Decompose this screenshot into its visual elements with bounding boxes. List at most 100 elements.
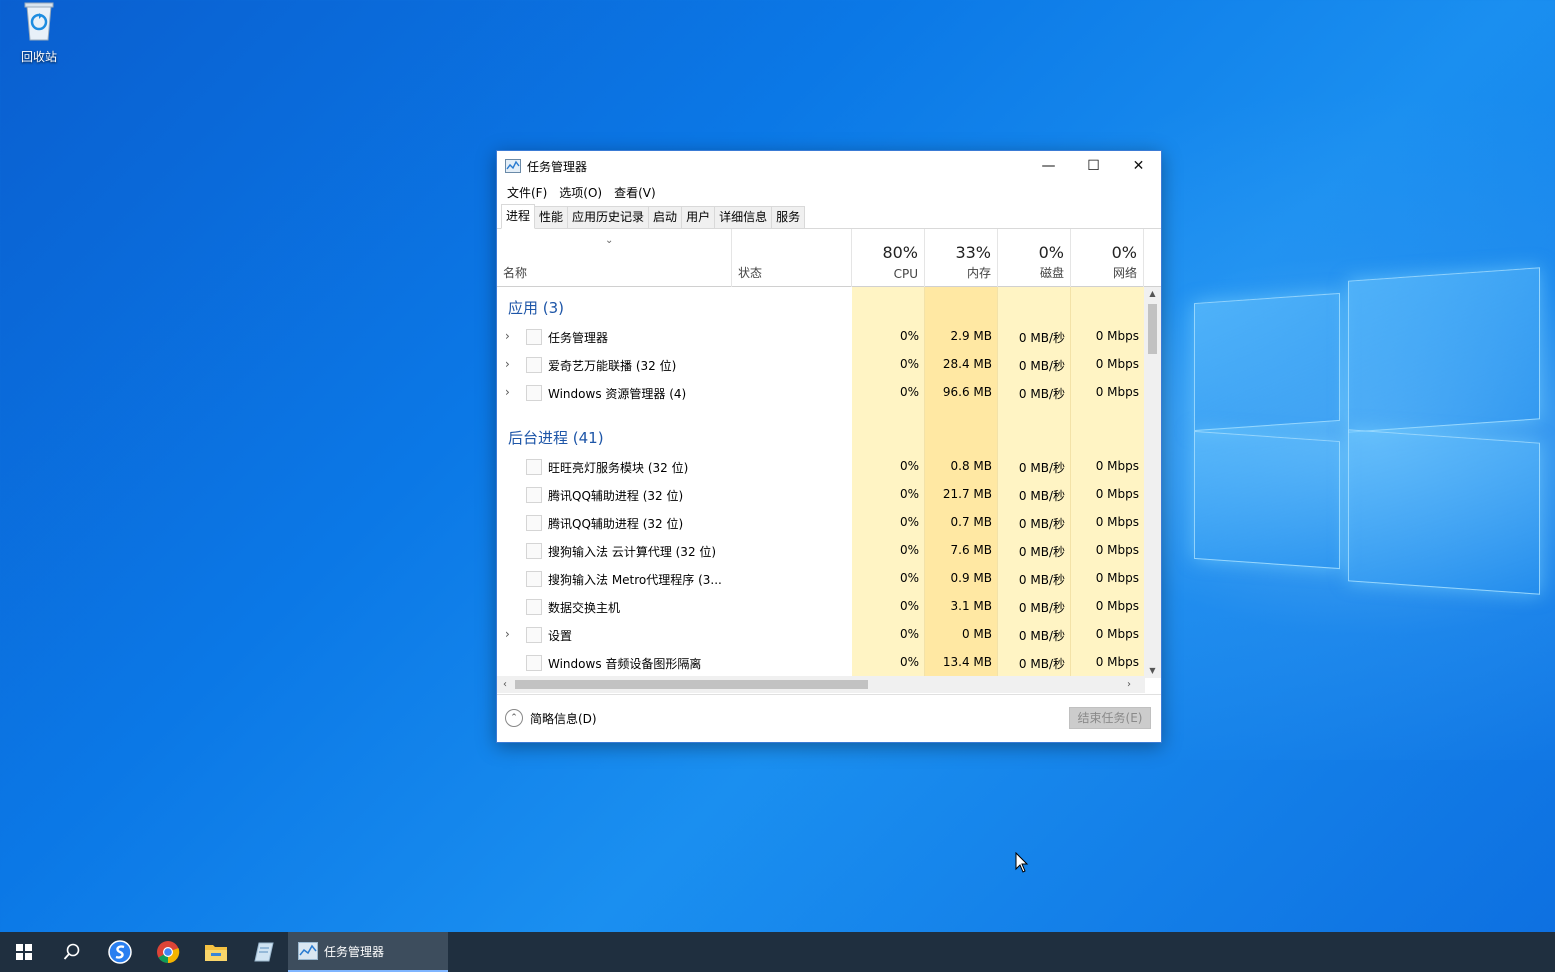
process-disk-value: 0 MB/秒 [1018, 359, 1065, 373]
start-button[interactable] [0, 932, 48, 972]
horizontal-scroll-thumb[interactable] [515, 680, 868, 689]
process-cpu-value: 0% [899, 599, 919, 613]
column-name[interactable]: ⌄ 名称 [497, 229, 732, 287]
taskbar-chrome[interactable] [144, 932, 192, 972]
tab-app-history[interactable]: 应用历史记录 [567, 206, 650, 228]
tab-strip: 进程 性能 应用历史记录 启动 用户 详细信息 服务 [497, 203, 1161, 229]
process-name: Windows 资源管理器 (4) [548, 387, 687, 401]
vertical-scrollbar[interactable]: ▲ ▼ [1144, 287, 1161, 678]
column-status[interactable]: 状态 [732, 229, 852, 287]
menu-view[interactable]: 查看(V) [608, 184, 662, 201]
process-cpu-value: 0% [899, 515, 919, 529]
taskbar-task-manager-label: 任务管理器 [324, 944, 385, 959]
column-memory[interactable]: 33% 内存 [925, 229, 998, 287]
expand-chevron-icon[interactable]: › [505, 385, 510, 399]
menu-options[interactable]: 选项(O) [553, 184, 608, 201]
fewer-details-button[interactable]: ⌃ 简略信息(D) [505, 709, 597, 727]
scroll-left-icon[interactable]: ‹ [497, 676, 513, 693]
search-icon [63, 943, 80, 960]
close-icon: ✕ [1132, 158, 1145, 174]
process-mem-value: 0.7 MB [950, 515, 992, 529]
expand-chevron-icon[interactable]: › [505, 627, 510, 641]
column-network[interactable]: 0% 网络 [1071, 229, 1144, 287]
process-row[interactable]: 腾讯QQ辅助进程 (32 位) 0% 21.7 MB 0 MB/秒 0 Mbps [497, 481, 1145, 509]
process-icon [526, 543, 542, 559]
process-icon [526, 515, 542, 531]
column-cpu[interactable]: 80% CPU [852, 229, 925, 287]
horizontal-scrollbar[interactable]: ‹ › [497, 676, 1145, 693]
tab-performance[interactable]: 性能 [534, 206, 569, 228]
process-icon [526, 459, 542, 475]
process-icon [526, 655, 542, 671]
process-net-value: 0 Mbps [1095, 487, 1139, 501]
taskbar-sogou-browser[interactable] [96, 932, 144, 972]
process-cpu-value: 0% [899, 329, 919, 343]
recycle-bin-shortcut[interactable]: 回收站 [12, 0, 66, 65]
process-name: 搜狗输入法 云计算代理 (32 位) [548, 545, 717, 559]
process-net-value: 0 Mbps [1095, 655, 1139, 669]
taskbar: 任务管理器 [0, 932, 1555, 972]
process-name: 旺旺亮灯服务模块 (32 位) [548, 461, 689, 475]
tab-users[interactable]: 用户 [681, 206, 716, 228]
expand-chevron-icon[interactable]: › [505, 329, 510, 343]
process-name: 搜狗输入法 Metro代理程序 (3... [548, 573, 722, 587]
app-icon [254, 942, 274, 962]
process-cpu-value: 0% [899, 385, 919, 399]
process-mem-value: 0.8 MB [950, 459, 992, 473]
memory-total-percent: 33% [955, 243, 991, 262]
scroll-up-icon[interactable]: ▲ [1144, 287, 1161, 301]
column-status-label: 状态 [738, 266, 763, 280]
process-row[interactable]: › Windows 资源管理器 (4) 0% 96.6 MB 0 MB/秒 0 Mbps [497, 379, 1145, 407]
process-row[interactable]: › 设置 0% 0 MB 0 MB/秒 0 Mbps [497, 621, 1145, 649]
process-name: 设置 [548, 629, 573, 643]
process-mem-value: 3.1 MB [950, 599, 992, 613]
search-button[interactable] [48, 932, 96, 972]
process-row[interactable]: › 任务管理器 0% 2.9 MB 0 MB/秒 0 Mbps [497, 323, 1145, 351]
minimize-button[interactable]: — [1026, 151, 1071, 181]
process-row[interactable]: 旺旺亮灯服务模块 (32 位) 0% 0.8 MB 0 MB/秒 0 Mbps [497, 453, 1145, 481]
process-net-value: 0 Mbps [1095, 543, 1139, 557]
taskbar-task-manager[interactable]: 任务管理器 [288, 932, 448, 972]
process-row[interactable]: Windows 音频设备图形隔离 0% 13.4 MB 0 MB/秒 0 Mbps [497, 649, 1145, 677]
group-header[interactable]: 应用 (3) [508, 297, 564, 318]
title-bar[interactable]: 任务管理器 — ☐ ✕ [497, 151, 1161, 181]
process-mem-value: 2.9 MB [950, 329, 992, 343]
process-icon [526, 487, 542, 503]
process-name: 腾讯QQ辅助进程 (32 位) [548, 517, 684, 531]
task-manager-taskbar-icon [298, 942, 318, 960]
end-task-button[interactable]: 结束任务(E) [1069, 707, 1151, 729]
process-mem-value: 13.4 MB [942, 655, 992, 669]
process-cpu-value: 0% [899, 627, 919, 641]
process-disk-value: 0 MB/秒 [1018, 573, 1065, 587]
close-button[interactable]: ✕ [1116, 151, 1161, 181]
taskbar-file-explorer[interactable] [192, 932, 240, 972]
column-memory-label: 内存 [966, 266, 991, 280]
process-row[interactable]: 搜狗输入法 Metro代理程序 (3... 0% 0.9 MB 0 MB/秒 0 Mbp… [497, 565, 1145, 593]
tab-details[interactable]: 详细信息 [714, 206, 773, 228]
windows-wallpaper-logo [1190, 267, 1550, 600]
tab-startup[interactable]: 启动 [648, 206, 683, 228]
scroll-right-icon[interactable]: › [1121, 676, 1137, 693]
tab-processes[interactable]: 进程 [501, 204, 536, 229]
tab-services[interactable]: 服务 [771, 206, 806, 228]
vertical-scroll-thumb[interactable] [1148, 304, 1157, 354]
process-disk-value: 0 MB/秒 [1018, 387, 1065, 401]
process-disk-value: 0 MB/秒 [1018, 517, 1065, 531]
process-net-value: 0 Mbps [1095, 515, 1139, 529]
taskbar-app[interactable] [240, 932, 288, 972]
process-cpu-value: 0% [899, 459, 919, 473]
scroll-down-icon[interactable]: ▼ [1144, 664, 1161, 678]
group-header[interactable]: 后台进程 (41) [508, 427, 604, 448]
maximize-button[interactable]: ☐ [1071, 151, 1116, 181]
process-disk-value: 0 MB/秒 [1018, 545, 1065, 559]
process-row[interactable]: › 爱奇艺万能联播 (32 位) 0% 28.4 MB 0 MB/秒 0 Mbps [497, 351, 1145, 379]
process-row[interactable]: 搜狗输入法 云计算代理 (32 位) 0% 7.6 MB 0 MB/秒 0 Mbps [497, 537, 1145, 565]
expand-chevron-icon[interactable]: › [505, 357, 510, 371]
column-name-label: 名称 [503, 266, 528, 280]
process-row[interactable]: 数据交换主机 0% 3.1 MB 0 MB/秒 0 Mbps [497, 593, 1145, 621]
process-row[interactable]: 腾讯QQ辅助进程 (32 位) 0% 0.7 MB 0 MB/秒 0 Mbps [497, 509, 1145, 537]
process-net-value: 0 Mbps [1095, 627, 1139, 641]
column-disk[interactable]: 0% 磁盘 [998, 229, 1071, 287]
menu-file[interactable]: 文件(F) [501, 184, 553, 201]
chrome-icon [157, 941, 180, 964]
